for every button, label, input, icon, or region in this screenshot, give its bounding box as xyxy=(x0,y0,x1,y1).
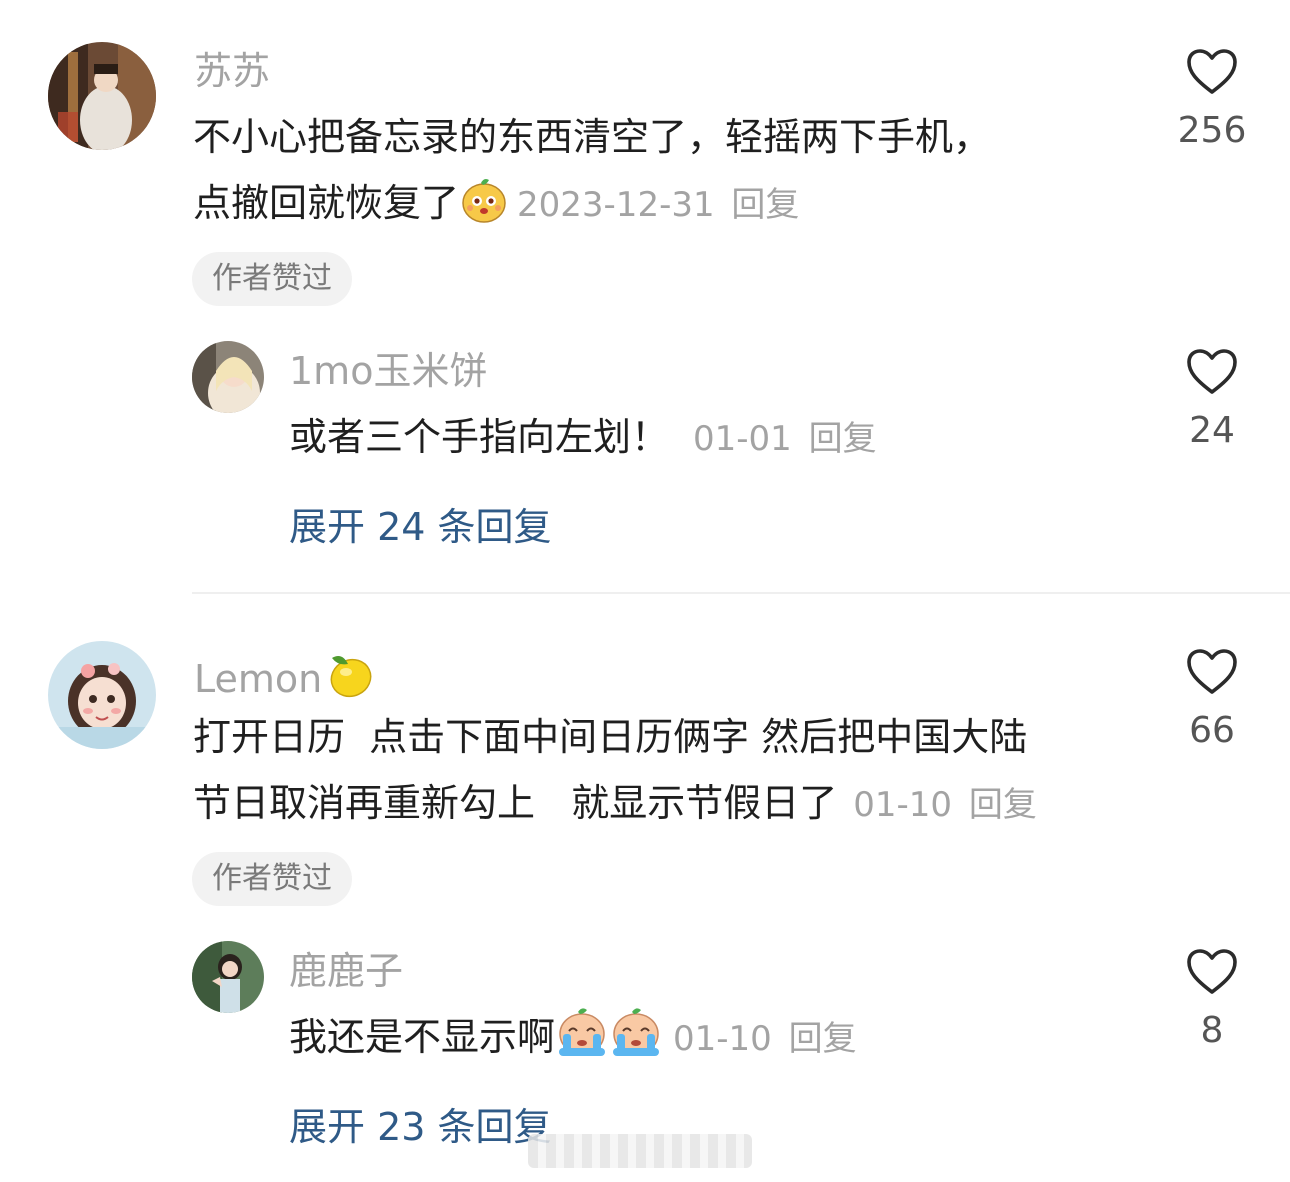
comment-text-line: 不小心把备忘录的东西清空了，轻摇两下手机， xyxy=(193,115,992,159)
expand-replies-link[interactable]: 展开 23 条回复 xyxy=(289,1096,552,1151)
comment-meta: 01-10 回复 xyxy=(853,785,1037,825)
avatar[interactable] xyxy=(192,341,264,413)
like-button[interactable]: 256 xyxy=(1178,48,1246,151)
heart-outline-icon[interactable] xyxy=(1186,948,1238,996)
like-button[interactable]: 24 xyxy=(1180,348,1244,451)
author-liked-badge: 作者赞过 xyxy=(192,252,352,306)
reply-text-content: 我还是不显示啊 xyxy=(289,1015,556,1059)
reply-text: 我还是不显示啊 01-10 回复 xyxy=(289,1004,1149,1072)
avatar[interactable] xyxy=(48,42,156,150)
expand-replies-link[interactable]: 展开 24 条回复 xyxy=(289,496,552,551)
like-button[interactable]: 8 xyxy=(1180,948,1244,1051)
avatar[interactable] xyxy=(192,941,264,1013)
avatar[interactable] xyxy=(48,641,156,749)
comment-date: 01-10 xyxy=(853,785,953,825)
reply-text: 或者三个手指向左划！ 01-01 回复 xyxy=(289,404,1149,472)
crying-face-emoji xyxy=(555,1004,609,1058)
like-count: 66 xyxy=(1189,710,1235,751)
comment-text-line: 点撤回就恢复了 xyxy=(193,181,460,225)
comment-text: 打开日历 点击下面中间日历俩字 然后把中国大陆 节日取消再重新勾上 就显示节假日… xyxy=(193,704,1153,838)
like-count: 24 xyxy=(1189,410,1235,451)
author-liked-badge: 作者赞过 xyxy=(192,852,352,906)
reply-date: 01-10 xyxy=(673,1019,772,1059)
divider xyxy=(192,592,1290,594)
reply-button[interactable]: 回复 xyxy=(731,185,799,225)
reply-meta: 01-10 回复 xyxy=(673,1019,857,1059)
like-count: 8 xyxy=(1200,1010,1224,1051)
reply-username[interactable]: 鹿鹿子 xyxy=(289,948,403,994)
reply-username[interactable]: 1mo玉米饼 xyxy=(289,348,487,394)
like-count: 256 xyxy=(1177,110,1247,151)
comment-text-line: 节日取消再重新勾上 就显示节假日了 xyxy=(193,781,838,825)
reply-button[interactable]: 回复 xyxy=(809,419,877,459)
comment-meta: 2023-12-31 回复 xyxy=(517,185,799,225)
comment-text: 不小心把备忘录的东西清空了，轻摇两下手机， 点撤回就恢复了 2023-12-31… xyxy=(193,104,1153,238)
comment-text-line: 打开日历 点击下面中间日历俩字 然后把中国大陆 xyxy=(193,715,1028,759)
reply-button[interactable]: 回复 xyxy=(789,1019,857,1059)
heart-outline-icon[interactable] xyxy=(1186,48,1238,96)
reply-text-content: 或者三个手指向左划！ xyxy=(289,415,670,459)
heart-outline-icon[interactable] xyxy=(1186,348,1238,396)
reply-button[interactable]: 回复 xyxy=(969,785,1037,825)
crying-face-emoji xyxy=(609,1004,663,1058)
like-button[interactable]: 66 xyxy=(1180,648,1244,751)
comment-username[interactable]: Lemon xyxy=(194,648,376,702)
watermark xyxy=(528,1134,752,1168)
lemon-emoji xyxy=(322,648,376,702)
reply-meta: 01-01 回复 xyxy=(693,419,877,459)
heart-outline-icon[interactable] xyxy=(1186,648,1238,696)
comment-username-text: Lemon xyxy=(194,657,323,701)
comment-username[interactable]: 苏苏 xyxy=(194,48,270,94)
reply-date: 01-01 xyxy=(693,419,792,459)
cute-face-emoji xyxy=(459,174,509,224)
comment-date: 2023-12-31 xyxy=(517,185,715,225)
